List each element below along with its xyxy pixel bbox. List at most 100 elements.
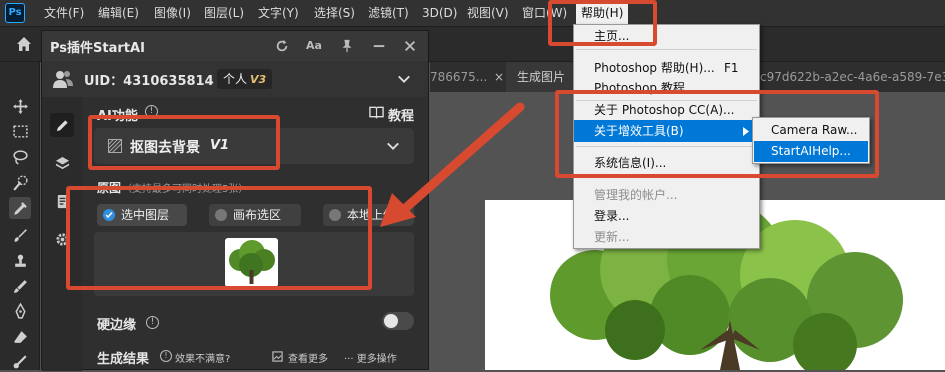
layers-icon[interactable] — [50, 151, 74, 175]
user-bar: UID：4310635814 个人 V3 — [42, 61, 428, 97]
hard-edge-toggle[interactable] — [382, 312, 414, 330]
doc-tab-3[interactable]: c97d622b-a2ec-4a6e-a589-7e3a — [760, 62, 945, 92]
move-tool-icon[interactable] — [9, 95, 31, 117]
menubar: Ps 文件(F) 编辑(E) 图像(I) 图层(L) 文字(Y) 选择(S) 滤… — [0, 0, 945, 26]
home-icon[interactable] — [16, 36, 32, 52]
panel-header: Ps插件StartAI Aa — [42, 31, 428, 61]
checked-radio-icon — [103, 209, 115, 221]
menu-filter[interactable]: 滤镜(T) — [368, 0, 409, 26]
menu-item-system-info[interactable]: 系统信息(I)... — [574, 152, 759, 174]
close-icon[interactable] — [403, 39, 417, 53]
unsatisfied-link[interactable]: 效果不满意? — [175, 350, 230, 365]
doc-tab-1[interactable]: 786675... — [430, 62, 486, 92]
lasso-tool-icon[interactable] — [9, 146, 31, 168]
source-canvas-selection[interactable]: 画布选区 — [209, 204, 301, 226]
menu-item-photoshop-help[interactable]: Photoshop 帮助(H)... F1 — [574, 57, 759, 79]
tools-panel — [0, 62, 40, 370]
menu-3d[interactable]: 3D(D) — [422, 0, 457, 26]
menu-item-updates: 更新... — [594, 230, 630, 244]
quick-selection-tool-icon[interactable] — [9, 171, 31, 193]
menu-select[interactable]: 选择(S) — [314, 0, 355, 26]
see-more-link[interactable]: 查看更多 — [288, 350, 328, 365]
account-badge[interactable]: 个人 V3 — [217, 69, 273, 89]
eyedropper-tool-icon[interactable] — [9, 197, 31, 219]
plugins-submenu: Camera Raw... StartAIHelp... — [752, 117, 870, 164]
chevron-down-icon — [387, 142, 399, 150]
source-option-label: 画布选区 — [233, 208, 282, 222]
more-actions-link[interactable]: ··· 更多操作 — [344, 350, 397, 365]
panel-title: Ps插件StartAI — [50, 41, 145, 56]
refresh-icon[interactable] — [275, 39, 289, 53]
radio-icon — [329, 209, 341, 221]
info-icon[interactable]: ! — [145, 105, 158, 118]
menu-item-about-photoshop[interactable]: 关于 Photoshop CC(A)... — [574, 99, 759, 121]
settings-gear-icon[interactable] — [50, 227, 74, 251]
submenu-item-startai-help[interactable]: StartAIHelp... — [754, 141, 868, 162]
eraser-tool-icon[interactable] — [9, 326, 31, 348]
menu-view[interactable]: 视图(V) — [467, 0, 509, 26]
menu-edit[interactable]: 编辑(E) — [98, 0, 139, 26]
info-icon[interactable]: ! — [160, 350, 172, 362]
source-thumbnail[interactable] — [225, 238, 278, 287]
menu-item-manage-account: 管理我的帐户... — [594, 188, 678, 202]
gallery-icon — [272, 351, 283, 362]
chevron-down-icon[interactable] — [397, 72, 411, 86]
brush-tool-icon[interactable] — [9, 224, 31, 246]
radio-icon — [215, 209, 227, 221]
history-brush-tool-icon[interactable] — [9, 275, 31, 297]
tutorial-link[interactable]: 教程 — [388, 105, 414, 124]
marquee-tool-icon[interactable] — [9, 120, 31, 142]
menu-type[interactable]: 文字(Y) — [258, 0, 299, 26]
source-selected-layer[interactable]: 选中图层 — [97, 204, 187, 226]
menu-file[interactable]: 文件(F) — [44, 0, 84, 26]
menu-item-shortcut: F1 — [724, 61, 739, 75]
ai-function-label: AI功能 — [97, 109, 138, 124]
users-icon — [53, 71, 73, 88]
tree-thumbnail-image — [229, 240, 275, 284]
function-version: V1 — [210, 138, 230, 153]
submenu-arrow-icon — [743, 127, 749, 136]
function-select[interactable]: 抠图去背景 V1 — [94, 128, 414, 164]
minimize-icon[interactable] — [372, 39, 386, 53]
doc-tab-generated[interactable]: 生成图片 — [517, 62, 565, 92]
photoshop-logo[interactable]: Ps — [5, 3, 25, 23]
info-icon[interactable]: ! — [146, 316, 159, 329]
ai-edit-icon[interactable] — [50, 113, 74, 137]
cutout-pattern-icon — [108, 139, 122, 153]
close-tab-icon[interactable]: × — [494, 62, 504, 92]
font-size-icon[interactable]: Aa — [306, 38, 322, 54]
account-type: 个人 — [223, 72, 248, 86]
menu-item-about-plugins[interactable]: 关于增效工具(B) — [574, 120, 759, 142]
book-icon — [369, 106, 384, 119]
help-menu: 主页... Photoshop 帮助(H)... F1 Photoshop 教程… — [573, 24, 760, 249]
menu-item-sign-in[interactable]: 登录... — [574, 205, 759, 227]
function-name: 抠图去背景 — [130, 140, 200, 156]
menu-layer[interactable]: 图层(L) — [204, 0, 244, 26]
result-label: 生成结果 — [97, 352, 150, 367]
menu-image[interactable]: 图像(I) — [154, 0, 191, 26]
menu-separator — [576, 49, 757, 50]
menu-separator — [576, 146, 757, 147]
menu-window[interactable]: 窗口(W) — [522, 0, 567, 26]
panel-sidebar — [42, 97, 82, 371]
menu-item-home[interactable]: 主页... — [574, 25, 759, 47]
menu-item-label: 关于增效工具(B) — [594, 124, 684, 138]
submenu-item-camera-raw[interactable]: Camera Raw... — [754, 120, 868, 141]
menu-item-photoshop-tutorials[interactable]: Photoshop 教程 — [574, 77, 759, 99]
menu-help[interactable]: 帮助(H) — [576, 2, 629, 24]
source-local-upload[interactable]: 本地上传 — [323, 204, 414, 226]
vip-badge: V3 — [250, 73, 267, 86]
startai-plugin-panel: Ps插件StartAI Aa UID：4310635814 个人 V3 AI功能 … — [41, 30, 429, 371]
hard-edge-label: 硬边缘 — [97, 318, 137, 333]
dodge-tool-icon[interactable] — [9, 350, 31, 372]
source-option-label: 本地上传 — [347, 208, 396, 222]
source-hint: （支持最多可同时处理5张） — [122, 184, 249, 195]
source-image-area[interactable] — [94, 232, 414, 296]
pen-tool-icon[interactable] — [9, 300, 31, 322]
pin-icon[interactable] — [340, 39, 354, 53]
source-label: 原图 — [97, 181, 122, 195]
user-id: UID：4310635814 — [84, 74, 214, 89]
document-icon[interactable] — [50, 189, 74, 213]
stamp-tool-icon[interactable] — [9, 250, 31, 272]
menu-item-label: Photoshop 帮助(H)... — [594, 61, 715, 75]
